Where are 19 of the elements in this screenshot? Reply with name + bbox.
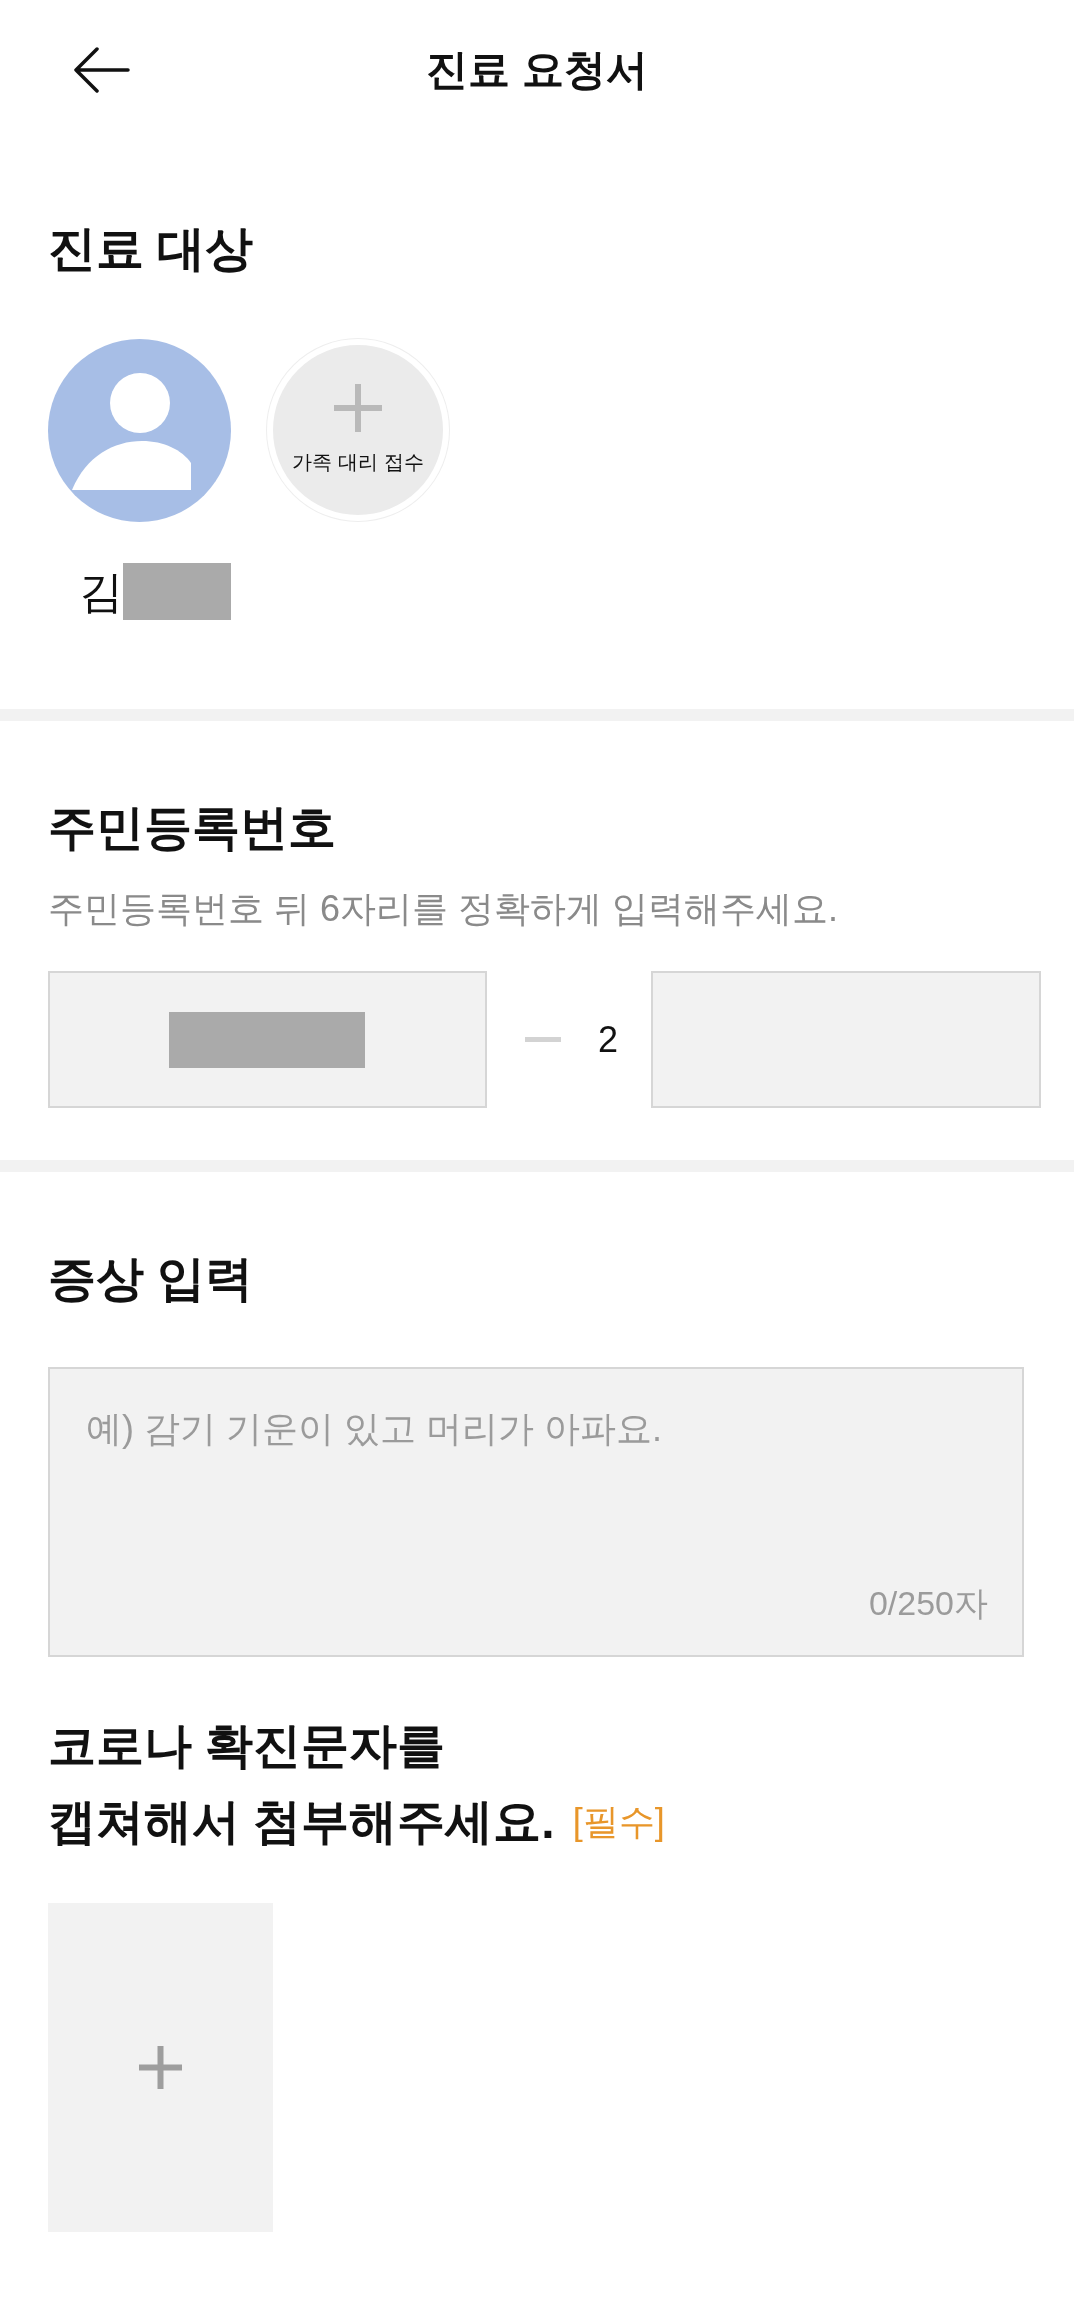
patient-name: 김: [79, 566, 123, 618]
hint-text: 주민등록번호 뒤 6자리를 정확하게 입력해주세요.: [48, 887, 839, 931]
back-arrow-icon: [73, 47, 130, 93]
dash-icon: [525, 1037, 561, 1042]
section-heading: 진료 대상: [48, 221, 254, 277]
required-tag: [필수]: [572, 1784, 665, 1860]
page-title: 진료 요청서: [426, 45, 648, 95]
plus-icon: [334, 384, 382, 432]
birthdate-field[interactable]: [48, 971, 487, 1108]
section-heading: 주민등록번호: [48, 800, 336, 856]
add-family-button[interactable]: 가족 대리 접수: [267, 339, 449, 521]
avatar-icon: [48, 339, 231, 522]
id-number-field[interactable]: [651, 971, 1041, 1108]
attachment-heading: 코로나 확진문자를 캡쳐해서 첨부해주세요.: [48, 1718, 555, 1850]
character-counter: 0/250자: [868, 1583, 988, 1623]
gender-digit: 2: [598, 1017, 618, 1062]
plus-icon: [139, 2046, 182, 2089]
back-button[interactable]: [73, 47, 130, 93]
section-heading: 증상 입력: [48, 1251, 254, 1307]
